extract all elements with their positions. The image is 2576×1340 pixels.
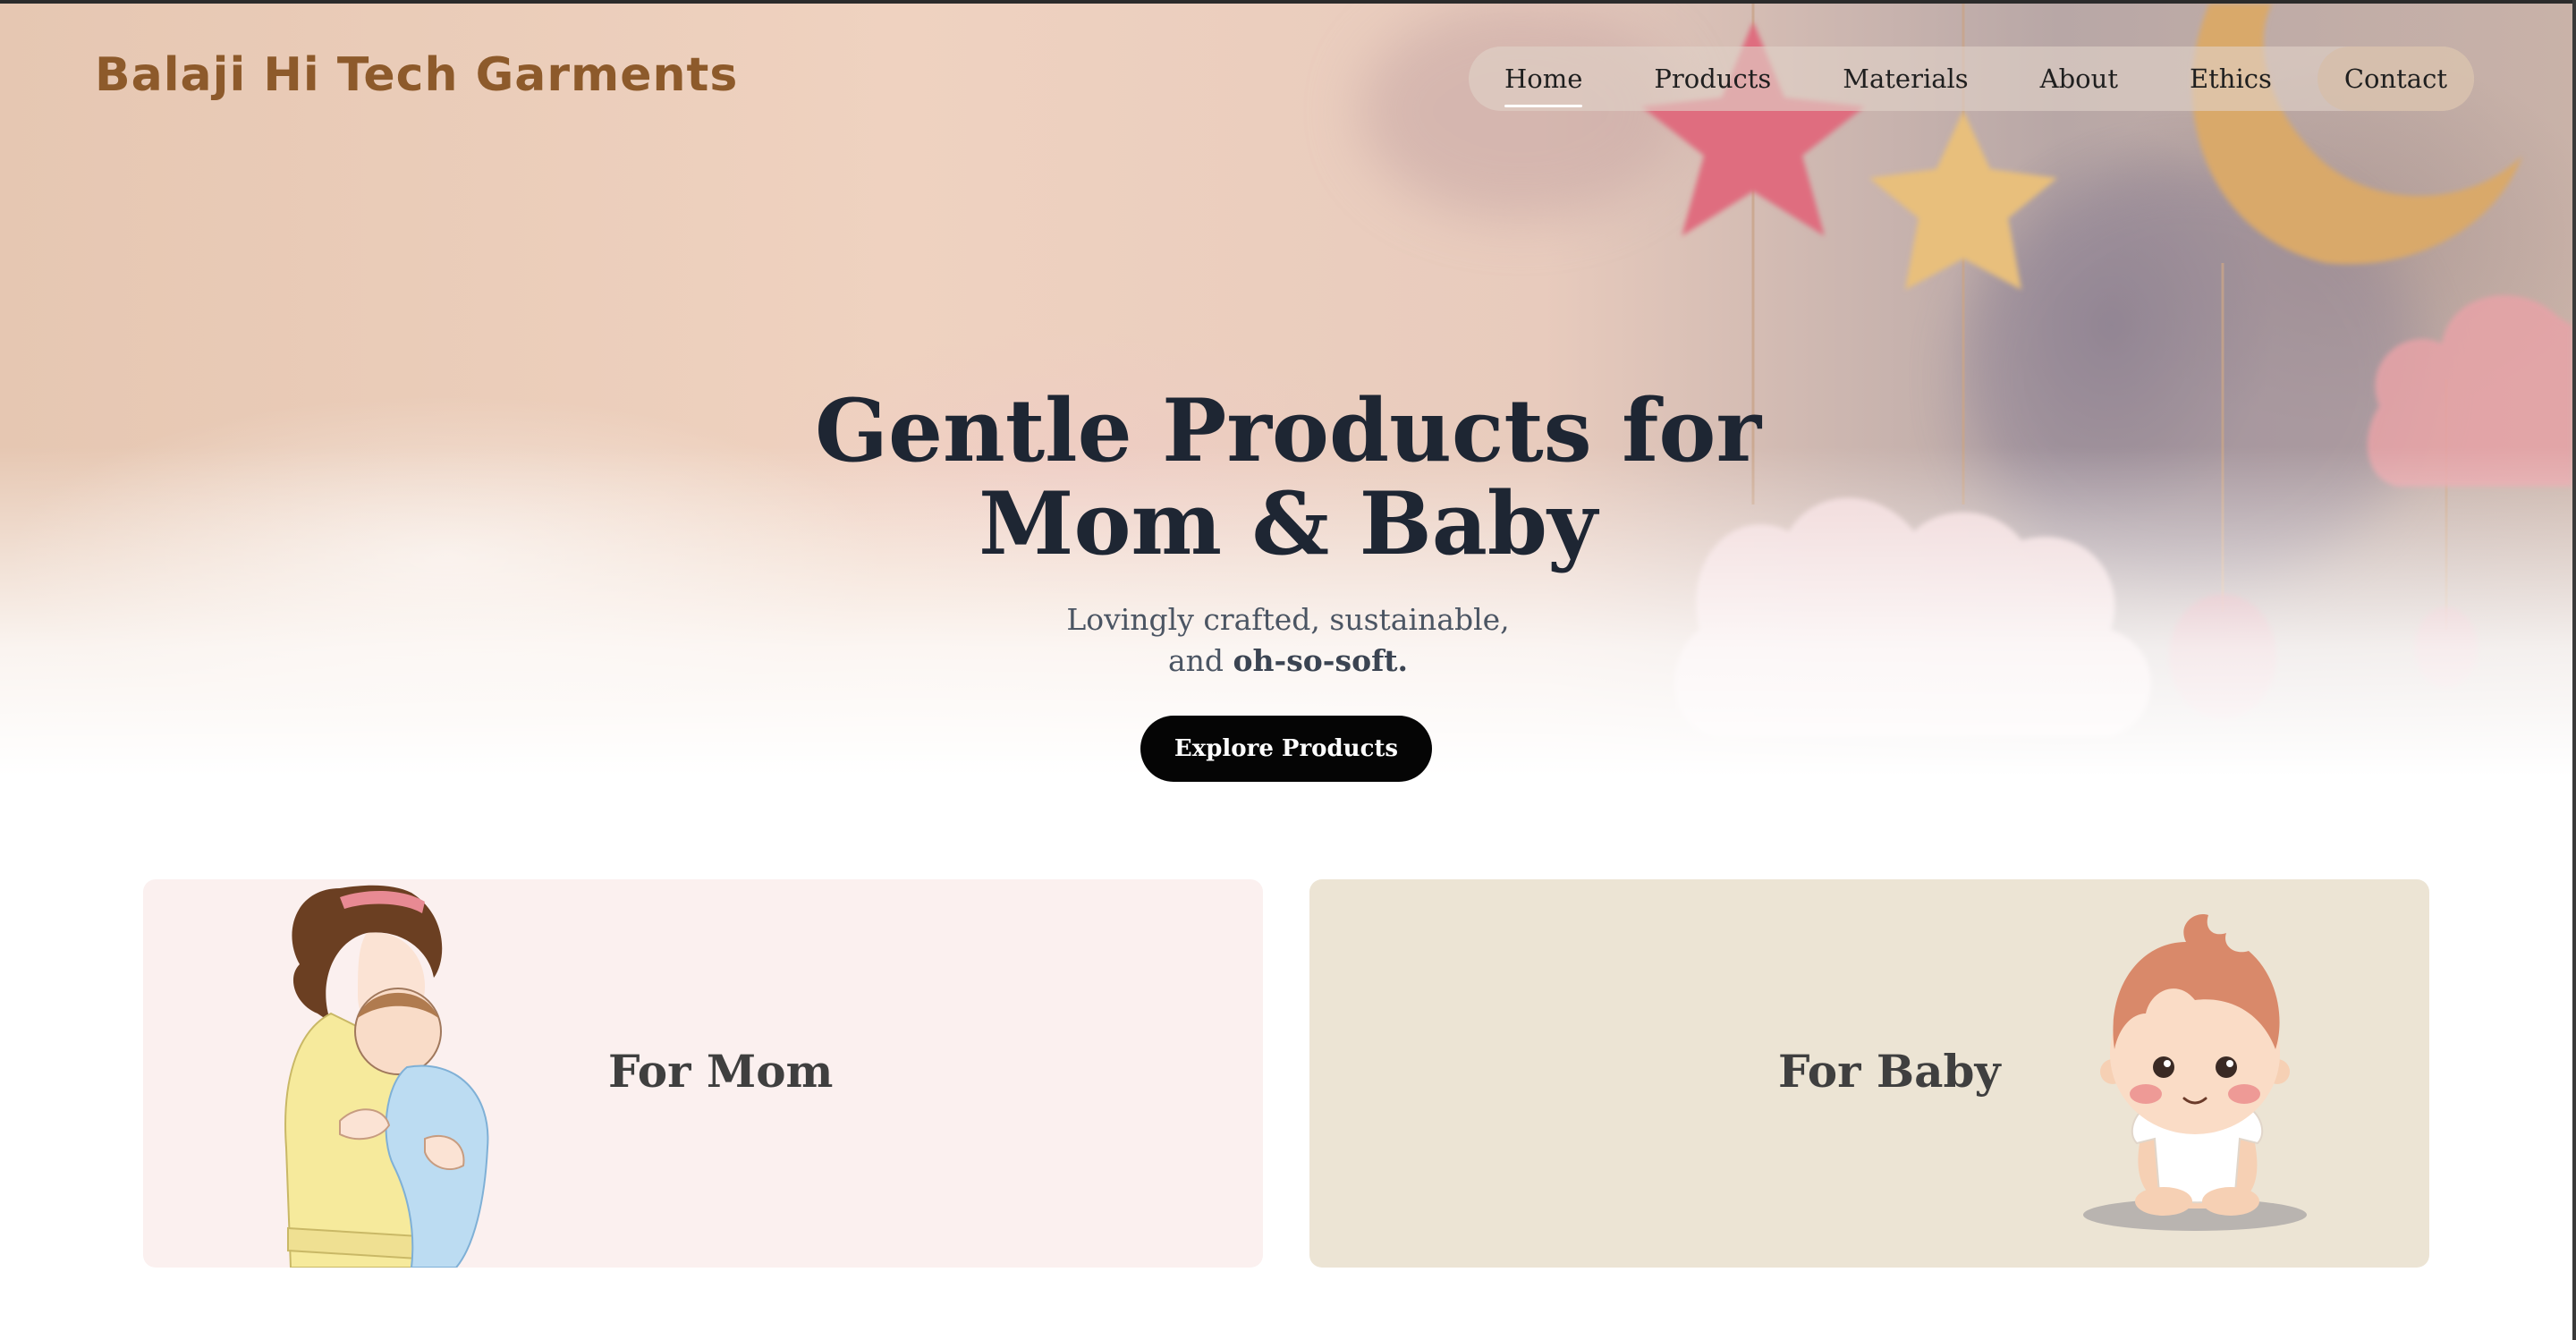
hero-subtitle: Lovingly crafted, sustainable, and oh-so… xyxy=(0,599,2576,682)
mother-holding-baby-illustration xyxy=(284,885,489,1268)
nav-item-ethics[interactable]: Ethics xyxy=(2154,47,2308,111)
hero-subtitle-emphasis: oh-so-soft. xyxy=(1233,643,1409,678)
category-card-baby[interactable]: For Baby xyxy=(1309,879,2429,1268)
nav-item-about[interactable]: About xyxy=(2004,47,2154,111)
hero-subtitle-line1: Lovingly crafted, sustainable, xyxy=(1066,602,1510,637)
hero-title-line1: Gentle Products for xyxy=(814,380,1762,481)
explore-products-button[interactable]: Explore Products xyxy=(1140,716,1432,782)
category-card-mom[interactable]: For Mom xyxy=(143,879,1263,1268)
nav-item-home[interactable]: Home xyxy=(1469,47,1618,111)
cartoon-baby-illustration xyxy=(2083,914,2307,1231)
category-label-baby: For Baby xyxy=(1778,1045,2001,1098)
nav-item-products[interactable]: Products xyxy=(1618,47,1807,111)
nav-item-contact[interactable]: Contact xyxy=(2317,47,2474,111)
category-label-mom: For Mom xyxy=(608,1045,834,1098)
nav-item-materials[interactable]: Materials xyxy=(1807,47,2004,111)
brand-logo-text[interactable]: Balaji Hi Tech Garments xyxy=(95,48,738,102)
hero-title: Gentle Products for Mom & Baby xyxy=(0,385,2576,571)
hero-title-line2: Mom & Baby xyxy=(979,473,1597,574)
hero-subtitle-prefix: and xyxy=(1167,643,1224,678)
main-navigation: Home Products Materials About Ethics Con… xyxy=(1469,47,2474,111)
